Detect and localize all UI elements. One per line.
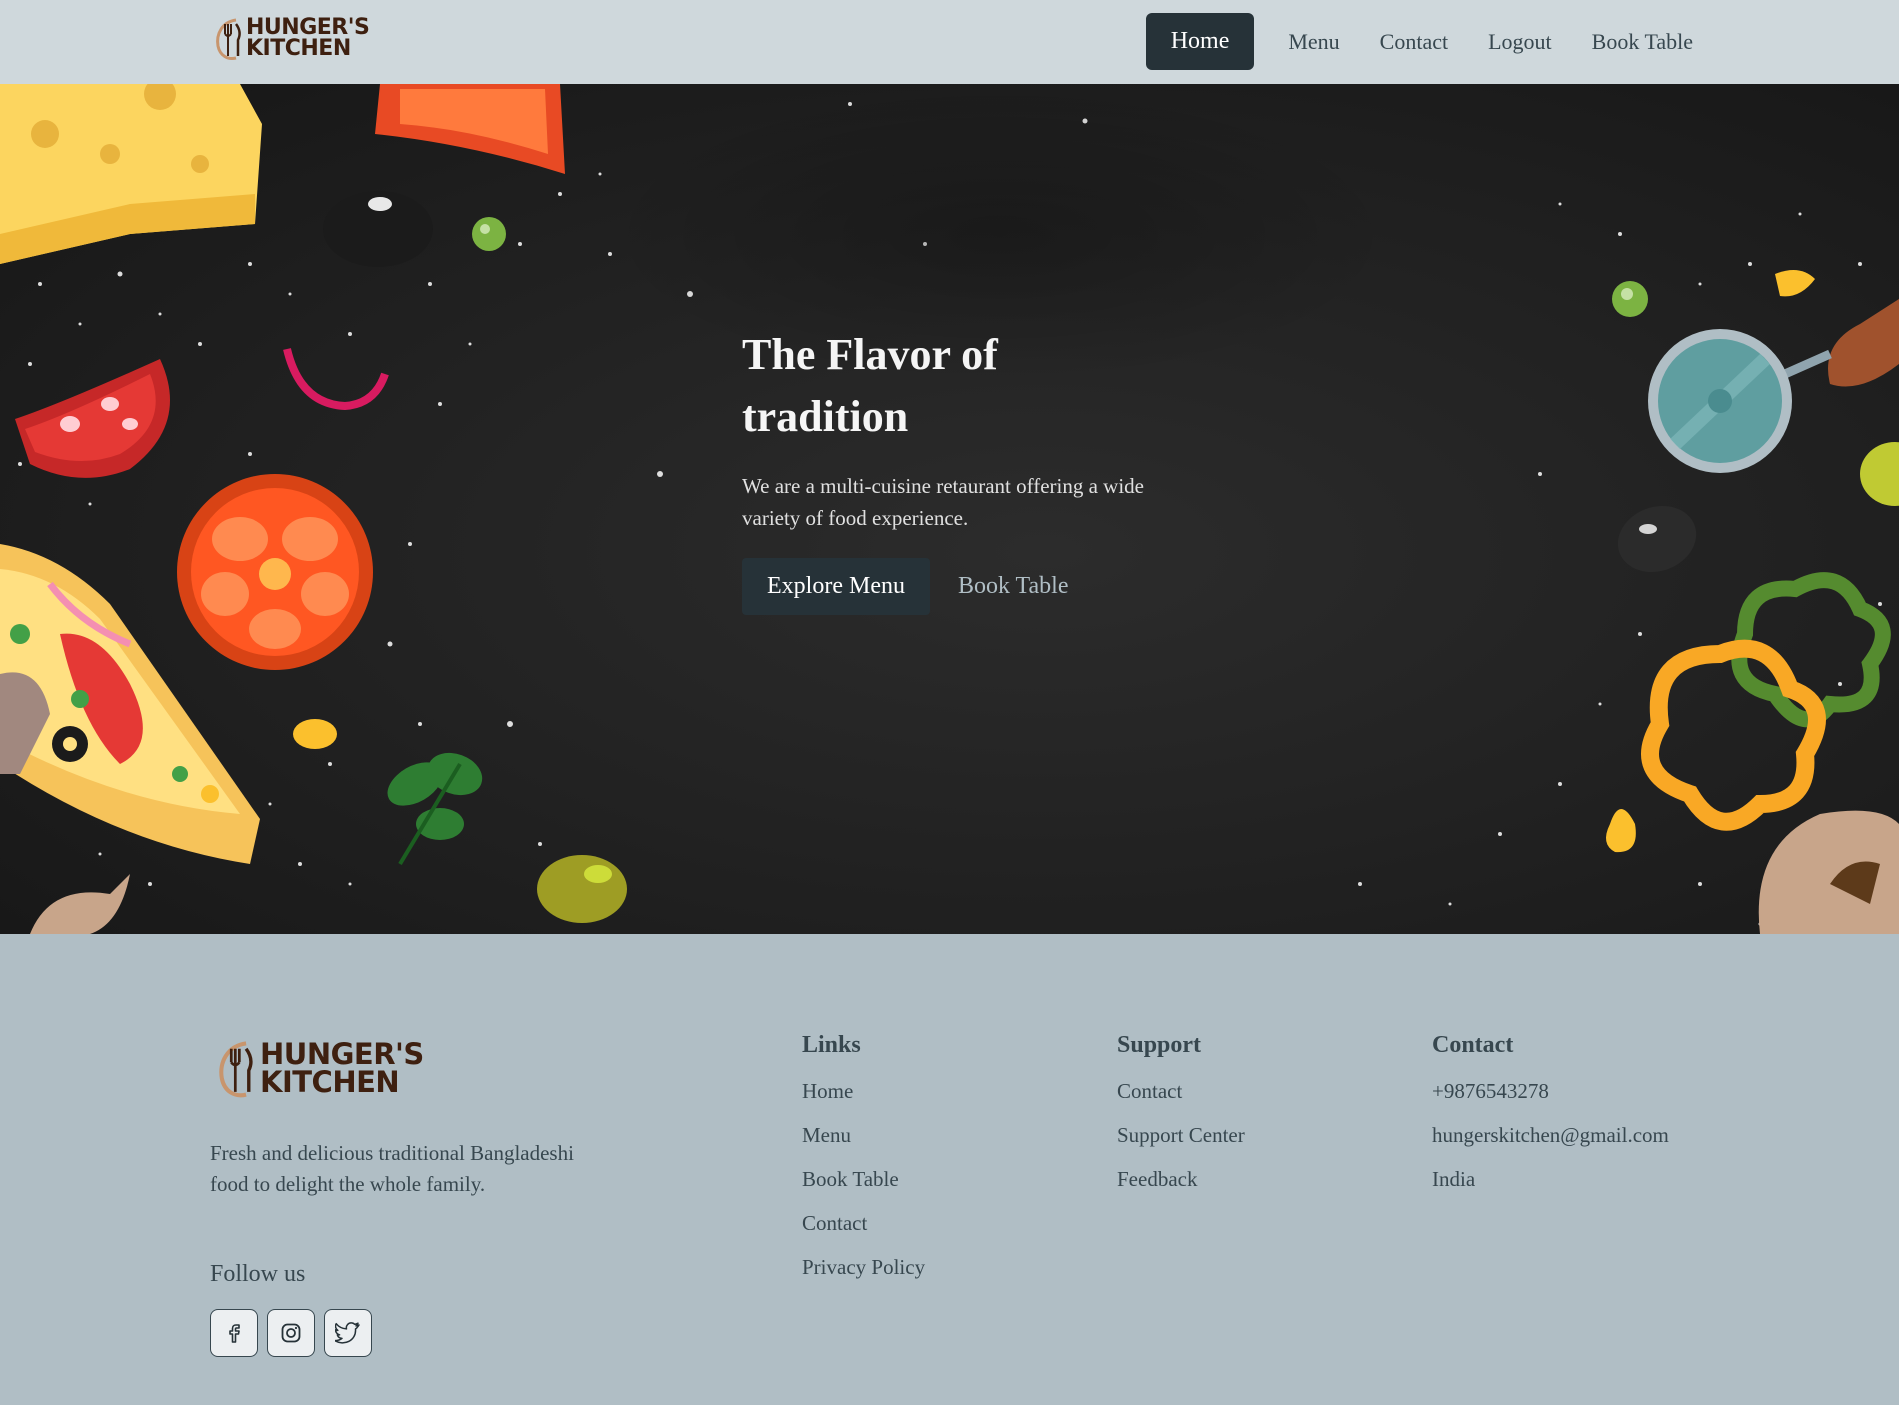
footer-brand-logo[interactable]: HUNGER'S KITCHEN — [216, 1038, 424, 1100]
nav-menu-link[interactable]: Menu — [1268, 13, 1359, 70]
footer-links-title: Links — [802, 1032, 861, 1058]
hero-section: The Flavor of tradition We are a multi-c… — [0, 84, 1899, 934]
fork-knife-icon — [216, 18, 241, 60]
footer: HUNGER'S KITCHEN Fresh and delicious tra… — [0, 934, 1899, 1405]
footer-link-privacy-policy[interactable]: Privacy Policy — [802, 1253, 925, 1297]
twitter-icon — [335, 1322, 360, 1344]
hero-title-line1: The Flavor of — [742, 330, 998, 379]
footer-support-contact[interactable]: Contact — [1117, 1077, 1245, 1121]
book-table-button[interactable]: Book Table — [958, 573, 1069, 600]
hero-buttons: Explore Menu Book Table — [742, 558, 1202, 615]
footer-contact-title: Contact — [1432, 1032, 1514, 1058]
footer-link-home[interactable]: Home — [802, 1077, 925, 1121]
footer-support-column: Support Contact Support Center Feedback — [1117, 1032, 1245, 1209]
follow-us-title: Follow us — [210, 1261, 306, 1287]
footer-brand-line2: KITCHEN — [260, 1065, 400, 1099]
footer-contact-email[interactable]: hungerskitchen@gmail.com — [1432, 1121, 1669, 1165]
footer-link-book-table[interactable]: Book Table — [802, 1165, 925, 1209]
facebook-button[interactable] — [210, 1309, 258, 1357]
navbar: HUNGER'S KITCHEN Home Menu Contact Logou… — [0, 0, 1899, 84]
brand-logo[interactable]: HUNGER'S KITCHEN — [214, 16, 370, 62]
footer-link-menu[interactable]: Menu — [802, 1121, 925, 1165]
hero-content: The Flavor of tradition We are a multi-c… — [742, 324, 1202, 615]
nav-contact-link[interactable]: Contact — [1360, 13, 1468, 70]
footer-description: Fresh and delicious traditional Banglade… — [210, 1141, 574, 1196]
footer-contact-column: Contact +9876543278 hungerskitchen@gmail… — [1432, 1032, 1669, 1209]
hero-title: The Flavor of tradition — [742, 324, 1202, 448]
social-links — [210, 1309, 372, 1357]
explore-menu-button[interactable]: Explore Menu — [742, 558, 930, 615]
hero-description: We are a multi-cuisine retaurant offerin… — [742, 474, 1144, 530]
nav-home-link[interactable]: Home — [1145, 13, 1255, 70]
footer-link-contact[interactable]: Contact — [802, 1209, 925, 1253]
footer-support-center[interactable]: Support Center — [1117, 1121, 1245, 1165]
brand-line2: KITCHEN — [246, 36, 351, 61]
instagram-button[interactable] — [267, 1309, 315, 1357]
footer-support-title: Support — [1117, 1032, 1202, 1058]
footer-support-feedback[interactable]: Feedback — [1117, 1165, 1245, 1209]
twitter-button[interactable] — [324, 1309, 372, 1357]
nav-logout-link[interactable]: Logout — [1468, 13, 1572, 70]
nav-book-table-link[interactable]: Book Table — [1572, 13, 1713, 70]
instagram-icon — [281, 1323, 301, 1343]
main-nav: Home Menu Contact Logout Book Table — [1145, 13, 1713, 70]
fork-knife-icon — [219, 1041, 253, 1098]
footer-contact-phone[interactable]: +9876543278 — [1432, 1077, 1669, 1121]
facebook-icon — [229, 1324, 240, 1343]
footer-links-column: Links Home Menu Book Table Contact Priva… — [802, 1032, 925, 1297]
brand-wordmark: HUNGER'S KITCHEN — [246, 17, 370, 61]
footer-brand-wordmark: HUNGER'S KITCHEN — [260, 1040, 424, 1099]
footer-contact-country: India — [1432, 1167, 1476, 1191]
hero-title-line2: tradition — [742, 392, 909, 441]
